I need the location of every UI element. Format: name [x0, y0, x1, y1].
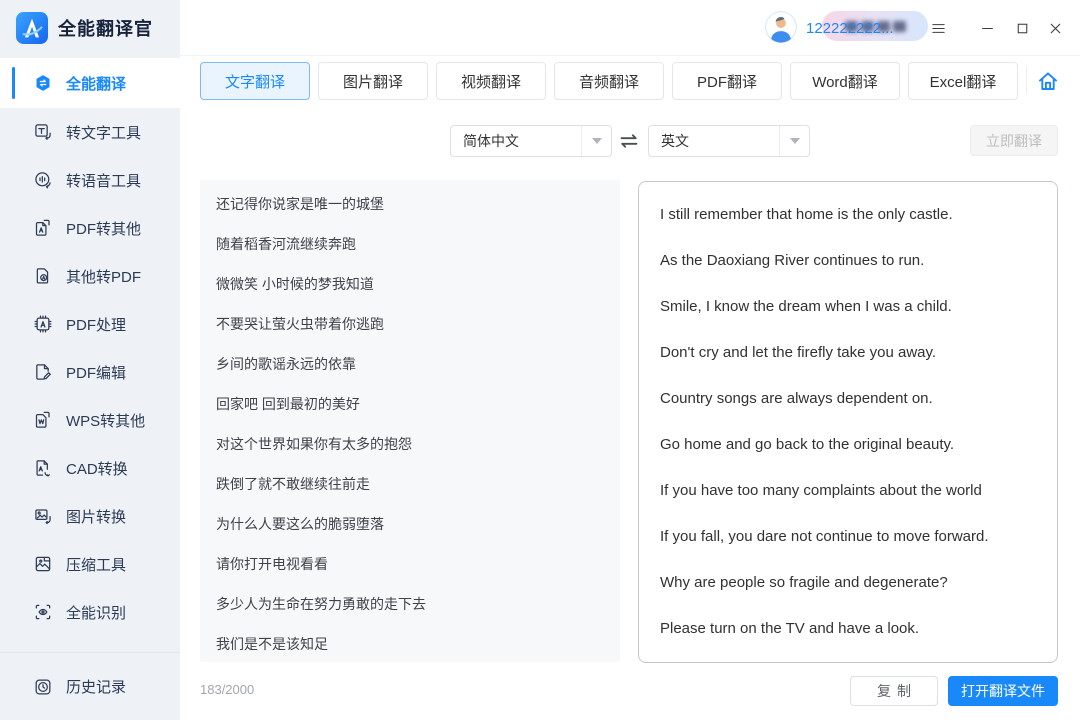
sidebar-item[interactable]: 转语音工具 — [0, 156, 180, 204]
sidebar-item[interactable]: WPS转其他 — [0, 396, 180, 444]
tab-Word翻译[interactable]: Word翻译 — [790, 62, 900, 100]
active-indicator — [12, 67, 15, 99]
chevron-down-icon[interactable] — [779, 126, 809, 156]
sidebar-menu: 转文字工具转语音工具 PDF转其他其他转PDF PDF处理 PDF编辑 WPS转其他 CA… — [0, 108, 180, 653]
sidebar-item-omni-translate[interactable]: 全能翻译 — [0, 58, 180, 108]
sidebar-item-label: 图片转换 — [66, 506, 126, 527]
app-window: 全能翻译官 全能翻译 转文字工具转语音工具 PDF转其他其他转PDF PDF处理 PD… — [0, 0, 1080, 720]
text-tool-icon — [33, 122, 53, 142]
sidebar-item-label: 压缩工具 — [66, 554, 126, 575]
tab-音频翻译[interactable]: 音频翻译 — [554, 62, 664, 100]
open-translated-file-button[interactable]: 打开翻译文件 — [948, 676, 1058, 706]
sidebar-item-label: 全能翻译 — [66, 73, 126, 94]
source-line: 我们是不是该知足 — [216, 624, 604, 662]
pdf-to-other-icon — [33, 218, 53, 238]
app-title: 全能翻译官 — [58, 15, 153, 41]
result-line: Why are people so fragile and degenerate… — [660, 560, 1036, 606]
result-line: Go home and go back to the original beau… — [660, 422, 1036, 468]
source-line: 请你打开电视看看 — [216, 544, 604, 584]
tab-Excel翻译[interactable]: Excel翻译 — [908, 62, 1018, 100]
source-language-select[interactable]: 简体中文 — [450, 125, 612, 157]
result-line: As the Daoxiang River continues to run. — [660, 238, 1036, 284]
copy-button[interactable]: 复制 — [850, 676, 938, 706]
sidebar-item[interactable]: CAD转换 — [0, 444, 180, 492]
sidebar-item-label: 转文字工具 — [66, 122, 141, 143]
source-line: 为什么人要这么的脆弱堕落 — [216, 504, 604, 544]
sidebar-item-label: PDF转其他 — [66, 218, 141, 239]
chevron-down-icon[interactable] — [581, 126, 611, 156]
sidebar-item[interactable]: 票证识别 — [0, 636, 180, 653]
sidebar-item[interactable]: 图片转换 — [0, 492, 180, 540]
swap-languages-icon[interactable] — [616, 128, 642, 154]
source-line: 回家吧 回到最初的美好 — [216, 384, 604, 424]
result-line: Don't cry and let the firefly take you a… — [660, 330, 1036, 376]
user-avatar[interactable] — [765, 11, 797, 43]
sidebar-item-label: PDF处理 — [66, 314, 126, 335]
voice-tool-icon — [33, 170, 53, 190]
sidebar-item-label: CAD转换 — [66, 458, 128, 479]
tab-PDF翻译[interactable]: PDF翻译 — [672, 62, 782, 100]
translate-now-button[interactable]: 立即翻译 — [970, 125, 1058, 156]
app-logo-icon — [16, 12, 48, 44]
close-icon[interactable] — [1042, 15, 1068, 41]
translation-result-panel[interactable]: I still remember that home is the only c… — [638, 181, 1058, 663]
compress-tool-icon — [33, 554, 53, 574]
menu-icon[interactable] — [925, 15, 951, 41]
source-text-panel[interactable]: 还记得你说家是唯一的城堡随着稻香河流继续奔跑微微笑 小时候的梦我知道不要哭让萤火… — [200, 180, 620, 662]
username[interactable]: 122222222... — [806, 0, 894, 56]
tab-文字翻译[interactable]: 文字翻译 — [200, 62, 310, 100]
source-line: 微微笑 小时候的梦我知道 — [216, 264, 604, 304]
other-to-pdf-icon — [33, 266, 53, 286]
source-language-value: 简体中文 — [451, 131, 581, 151]
pdf-edit-icon — [33, 362, 53, 382]
result-line: Country songs are always dependent on. — [660, 376, 1036, 422]
sidebar-item[interactable]: 转文字工具 — [0, 108, 180, 156]
result-line: Smile, I know the dream when I was a chi… — [660, 284, 1036, 330]
sidebar-item-label: 全能识别 — [66, 602, 126, 623]
char-count: 183/2000 — [200, 682, 254, 697]
omni-translate-icon — [33, 73, 53, 93]
source-line: 跌倒了就不敢继续往前走 — [216, 464, 604, 504]
result-line: I still remember that home is the only c… — [660, 192, 1036, 238]
source-line: 随着稻香河流继续奔跑 — [216, 224, 604, 264]
target-language-value: 英文 — [649, 131, 779, 151]
home-button[interactable] — [1035, 68, 1061, 94]
sidebar-item[interactable]: 全能识别 — [0, 588, 180, 636]
source-line: 不要哭让萤火虫带着你逃跑 — [216, 304, 604, 344]
sidebar-item-history[interactable]: 历史记录 — [0, 652, 180, 720]
source-line: 乡间的歌谣永远的依靠 — [216, 344, 604, 384]
sidebar-item[interactable]: PDF处理 — [0, 300, 180, 348]
sidebar-item-label: 历史记录 — [66, 676, 126, 697]
blurred-text — [893, 21, 906, 32]
sidebar-item-label: WPS转其他 — [66, 410, 145, 431]
omni-ocr-icon — [33, 602, 53, 622]
cad-convert-icon — [33, 458, 53, 478]
sidebar-item[interactable]: 其他转PDF — [0, 252, 180, 300]
sidebar-item-label: PDF编辑 — [66, 362, 126, 383]
sidebar: 全能翻译官 全能翻译 转文字工具转语音工具 PDF转其他其他转PDF PDF处理 PD… — [0, 0, 180, 720]
pdf-process-icon — [33, 314, 53, 334]
image-convert-icon — [33, 506, 53, 526]
source-line: 还记得你说家是唯一的城堡 — [216, 184, 604, 224]
target-language-select[interactable]: 英文 — [648, 125, 810, 157]
sidebar-item[interactable]: 压缩工具 — [0, 540, 180, 588]
sidebar-item[interactable]: PDF编辑 — [0, 348, 180, 396]
maximize-icon[interactable] — [1009, 15, 1035, 41]
tab-bar: 文字翻译图片翻译视频翻译音频翻译PDF翻译Word翻译Excel翻译 — [200, 62, 1018, 100]
tab-视频翻译[interactable]: 视频翻译 — [436, 62, 546, 100]
result-line: Please turn on the TV and have a look. — [660, 606, 1036, 652]
source-line: 对这个世界如果你有太多的抱怨 — [216, 424, 604, 464]
result-line: If you have too many complaints about th… — [660, 468, 1036, 514]
sidebar-item-label: 转语音工具 — [66, 170, 141, 191]
source-line: 多少人为生命在努力勇敢的走下去 — [216, 584, 604, 624]
divider — [1026, 66, 1027, 94]
wps-to-other-icon — [33, 410, 53, 430]
sidebar-item-label: 其他转PDF — [66, 266, 141, 287]
result-line: If you fall, you dare not continue to mo… — [660, 514, 1036, 560]
tab-图片翻译[interactable]: 图片翻译 — [318, 62, 428, 100]
logo: 全能翻译官 — [0, 0, 180, 56]
sidebar-item[interactable]: PDF转其他 — [0, 204, 180, 252]
minimize-icon[interactable] — [974, 15, 1000, 41]
history-icon — [33, 677, 53, 697]
